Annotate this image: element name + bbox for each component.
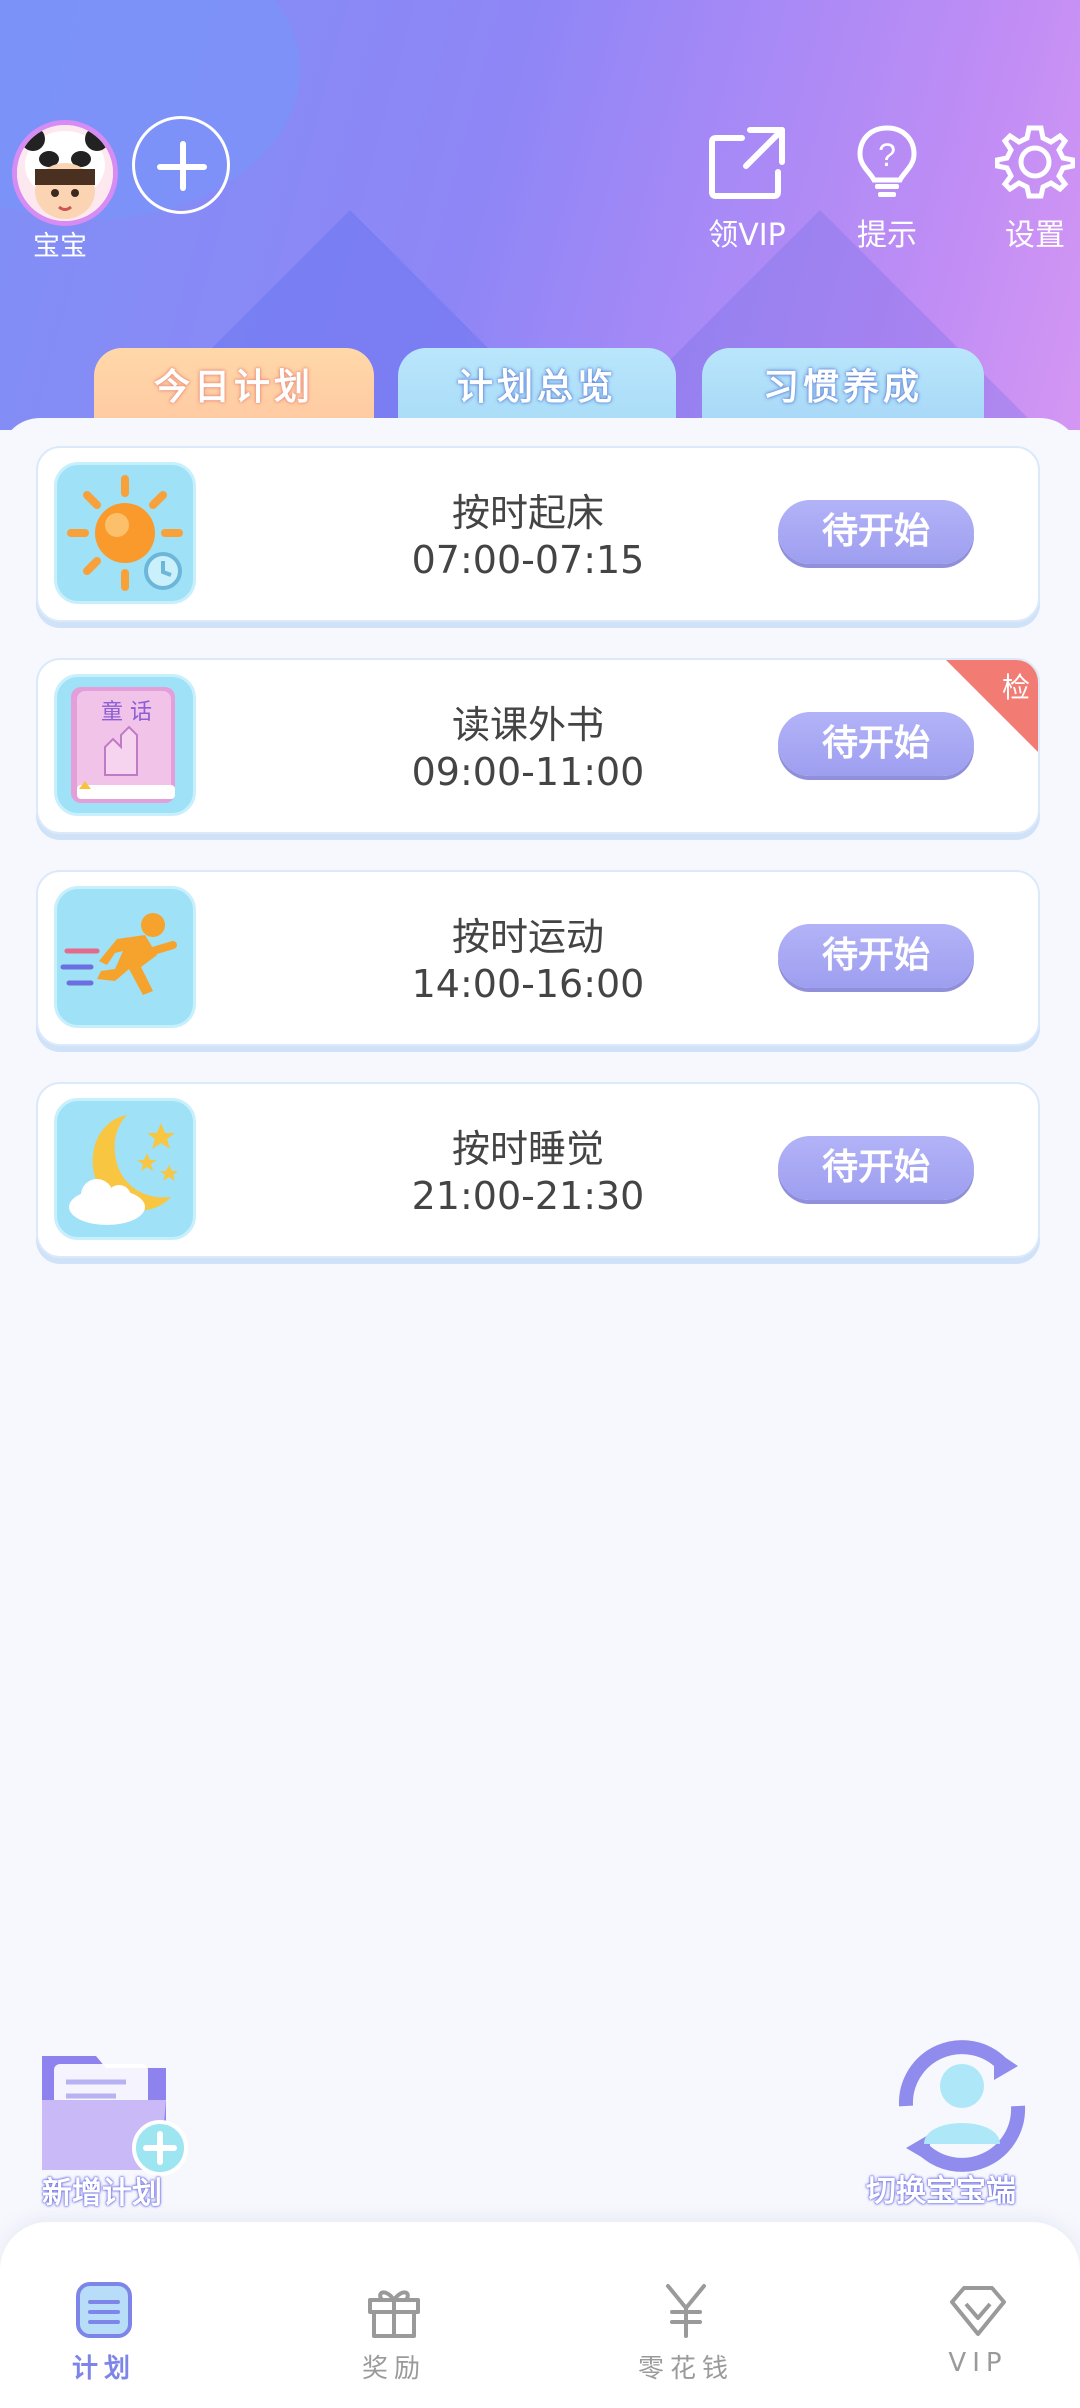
task-list-panel: 按时起床 07:00-07:15 待开始 童 话 读课外书 09:00-11:0…: [0, 418, 1080, 2288]
task-card[interactable]: 按时睡觉 21:00-21:30 待开始: [36, 1082, 1040, 1258]
task-card[interactable]: 按时运动 14:00-16:00 待开始: [36, 870, 1040, 1046]
tips-button[interactable]: ? 提示: [832, 122, 942, 254]
sun-clock-icon: [54, 462, 196, 604]
task-title: 按时睡觉: [451, 1127, 604, 1171]
settings-label: 设置: [1005, 218, 1065, 253]
svg-text:童 话: 童 话: [101, 700, 152, 725]
check-badge-label: 检: [1001, 671, 1030, 704]
share-icon: [709, 127, 785, 199]
task-time: 09:00-11:00: [411, 750, 645, 794]
tab-habit-building[interactable]: 习惯养成: [702, 348, 984, 428]
plan-icon: [76, 2282, 132, 2338]
gift-icon: [368, 2290, 420, 2338]
avatar-label: 宝宝: [33, 231, 87, 262]
child-avatar[interactable]: [12, 120, 118, 226]
task-title: 读课外书: [451, 703, 604, 747]
vip-label: 领VIP: [708, 218, 786, 253]
yen-icon: [666, 2284, 706, 2338]
nav-vip-label: VIP: [948, 2348, 1008, 2378]
nav-plan-label: 计划: [71, 2354, 136, 2384]
switch-child-mode-button[interactable]: 切换宝宝端: [866, 2036, 1046, 2212]
switch-child-label: 切换宝宝端: [866, 2174, 1016, 2209]
get-vip-button[interactable]: 领VIP: [692, 122, 802, 254]
nav-plan[interactable]: 计划: [34, 2280, 174, 2385]
running-icon: [54, 886, 196, 1028]
settings-button[interactable]: 设置: [980, 122, 1080, 254]
nav-pocket-money-label: 零花钱: [637, 2354, 734, 2384]
moon-stars-icon: [54, 1098, 196, 1240]
nav-rewards[interactable]: 奖励: [324, 2280, 464, 2385]
task-status-button[interactable]: 待开始: [778, 924, 974, 988]
lightbulb-icon: ?: [857, 125, 917, 197]
task-card[interactable]: 按时起床 07:00-07:15 待开始: [36, 446, 1040, 622]
panda-avatar-icon: [17, 125, 113, 221]
add-child-button[interactable]: [132, 116, 230, 214]
tab-plan-overview[interactable]: 计划总览: [398, 348, 676, 428]
svg-text:?: ?: [878, 137, 896, 173]
bottom-navigation: 计划 奖励 零花钱 VIP: [0, 2222, 1080, 2408]
nav-pocket-money[interactable]: 零花钱: [616, 2280, 756, 2385]
gear-icon: [994, 125, 1076, 199]
task-time: 21:00-21:30: [411, 1174, 645, 1218]
diamond-icon: [950, 2286, 1006, 2336]
task-card[interactable]: 童 话 读课外书 09:00-11:00 待开始 检: [36, 658, 1040, 834]
task-title: 按时起床: [451, 491, 604, 535]
task-time: 14:00-16:00: [411, 962, 645, 1006]
tips-label: 提示: [857, 218, 917, 253]
folder-add-icon: [42, 2056, 188, 2176]
nav-rewards-label: 奖励: [361, 2354, 426, 2384]
storybook-icon: 童 话: [54, 674, 196, 816]
tab-today-plan[interactable]: 今日计划: [94, 348, 374, 428]
add-plan-label: 新增计划: [42, 2176, 162, 2211]
task-title: 按时运动: [451, 915, 604, 959]
task-status-button[interactable]: 待开始: [778, 500, 974, 564]
nav-vip[interactable]: VIP: [908, 2280, 1048, 2378]
task-time: 07:00-07:15: [411, 538, 645, 582]
task-status-button[interactable]: 待开始: [778, 1136, 974, 1200]
switch-user-icon: [898, 2040, 1026, 2172]
add-plan-button[interactable]: 新增计划: [36, 2050, 196, 2211]
